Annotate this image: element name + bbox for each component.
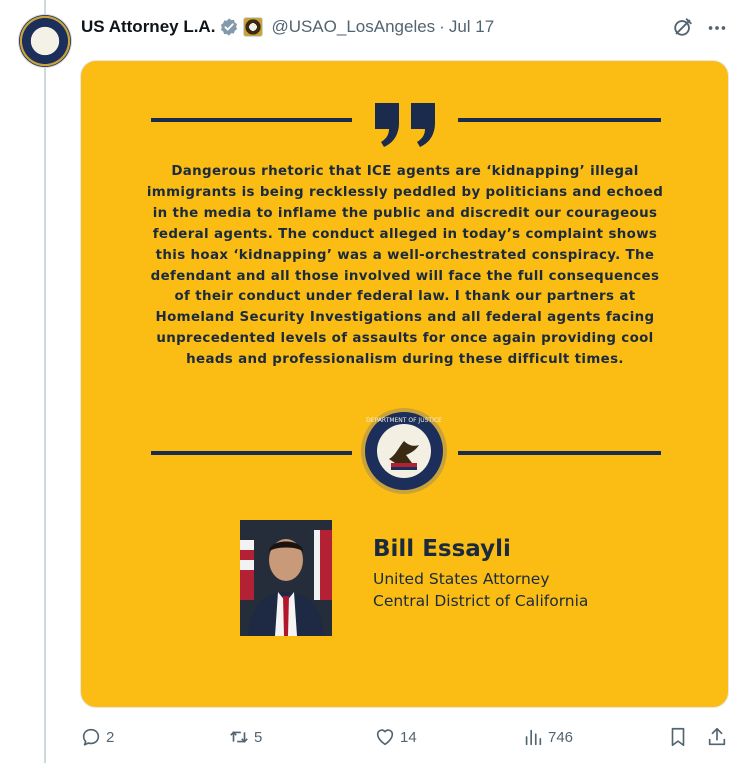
avatar[interactable] [19, 15, 71, 67]
reply-button[interactable]: 2 [80, 722, 114, 752]
verified-badge-icon[interactable] [219, 17, 239, 37]
share-icon[interactable] [706, 726, 728, 748]
more-icon[interactable] [706, 17, 728, 39]
post-header: US Attorney L.A. @USAO_LosAngeles · Jul … [81, 14, 494, 40]
separator-dot: · [439, 17, 445, 36]
heart-icon [376, 729, 394, 746]
seal-lettering: DEPARTMENT OF JUSTICE [366, 417, 442, 424]
bottom-right-rule [458, 451, 661, 455]
repost-button[interactable]: 5 [228, 722, 262, 752]
grok-icon[interactable] [672, 16, 694, 38]
views-chart-icon [525, 729, 542, 746]
views-button[interactable]: 746 [522, 722, 573, 752]
handle[interactable]: @USAO_LosAngeles [271, 17, 435, 37]
quotation-mark-icon [375, 103, 435, 147]
action-bar: 2 5 14 746 [80, 722, 736, 752]
reply-count: 2 [106, 728, 115, 746]
reply-icon [82, 728, 100, 746]
doj-affiliation-icon[interactable] [243, 17, 264, 37]
like-count: 14 [400, 728, 417, 746]
post-date[interactable]: Jul 17 [449, 17, 494, 37]
bottom-left-rule [151, 451, 352, 455]
top-left-rule [151, 118, 352, 122]
like-button[interactable]: 14 [374, 722, 417, 752]
speaker-name: Bill Essayli [373, 536, 511, 562]
views-count: 746 [548, 728, 574, 746]
speaker-portrait [240, 520, 332, 636]
thread-line [44, 0, 46, 763]
repost-count: 5 [254, 728, 263, 746]
repost-icon [230, 731, 248, 743]
quote-text: Dangerous rhetoric that ICE agents are ‘… [146, 164, 664, 368]
doj-seal-icon: DEPARTMENT OF JUSTICE [361, 408, 447, 494]
quote-card-image[interactable]: Dangerous rhetoric that ICE agents are ‘… [80, 60, 729, 708]
speaker-title: United States Attorney [373, 570, 550, 588]
top-right-rule [458, 118, 661, 122]
display-name[interactable]: US Attorney L.A. [81, 17, 215, 37]
speaker-district: Central District of California [373, 592, 589, 610]
bookmark-icon[interactable] [667, 726, 689, 748]
